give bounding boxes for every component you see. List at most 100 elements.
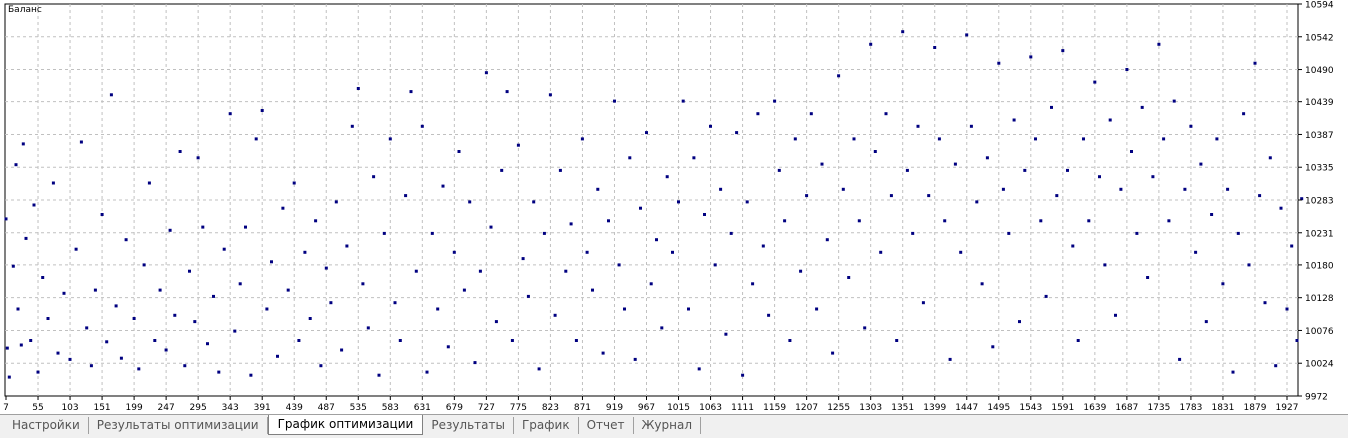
- x-tick-label: 1879: [1244, 403, 1267, 413]
- tab-7[interactable]: Журнал: [634, 417, 702, 434]
- data-point: [286, 288, 290, 292]
- data-point: [1215, 137, 1219, 141]
- x-tick-label: 487: [318, 403, 335, 413]
- data-point: [1087, 219, 1091, 223]
- data-point: [911, 231, 915, 235]
- data-point: [697, 367, 701, 371]
- x-tick-label: 1447: [955, 403, 978, 413]
- data-point: [558, 168, 562, 172]
- data-point: [1140, 105, 1144, 109]
- data-point: [244, 225, 247, 229]
- data-point: [1082, 137, 1085, 141]
- data-point: [147, 181, 151, 185]
- data-point: [74, 247, 78, 251]
- data-point: [119, 356, 123, 360]
- data-point: [173, 313, 177, 317]
- data-point: [761, 244, 765, 248]
- data-point: [831, 351, 835, 355]
- data-point: [713, 263, 717, 267]
- data-point: [985, 156, 989, 160]
- data-point: [645, 131, 648, 135]
- x-tick-label: 1783: [1179, 403, 1202, 413]
- x-tick-label: 1063: [699, 403, 722, 413]
- data-point: [292, 181, 296, 185]
- tab-5[interactable]: График: [514, 417, 579, 434]
- data-point: [628, 156, 632, 160]
- data-point: [183, 364, 187, 368]
- data-point: [1162, 137, 1166, 141]
- tab-4[interactable]: Результаты: [423, 417, 514, 434]
- y-tick-label: 10283: [1305, 197, 1334, 207]
- data-point: [703, 213, 706, 216]
- data-point: [468, 200, 472, 204]
- data-point: [1157, 42, 1161, 46]
- tab-1[interactable]: Настройки: [4, 417, 89, 434]
- data-point: [441, 184, 445, 188]
- data-point: [852, 137, 856, 141]
- tab-3[interactable]: График оптимизации: [267, 415, 424, 435]
- x-tick-label: 583: [382, 403, 399, 413]
- y-tick-label: 10076: [1305, 327, 1334, 337]
- data-point: [1242, 112, 1246, 116]
- data-point: [457, 150, 461, 153]
- data-point: [623, 307, 626, 311]
- data-point: [350, 124, 354, 128]
- data-point: [137, 367, 141, 371]
- x-tick-label: 919: [606, 403, 623, 413]
- x-tick-label: 1207: [795, 403, 818, 413]
- data-point: [109, 93, 113, 97]
- data-point: [847, 276, 851, 279]
- data-point: [1172, 99, 1176, 103]
- tab-6[interactable]: Отчет: [579, 417, 634, 434]
- x-tick-label: 1351: [891, 403, 914, 413]
- data-point: [228, 112, 232, 116]
- data-point: [617, 263, 621, 267]
- data-point: [741, 373, 745, 377]
- data-point: [206, 342, 209, 346]
- data-point: [11, 264, 15, 268]
- data-point: [393, 301, 397, 305]
- data-point: [1146, 276, 1150, 279]
- tab-2[interactable]: Результаты оптимизации: [89, 417, 268, 434]
- y-tick-label: 10335: [1305, 164, 1334, 174]
- y-axis: 9972 10024 10076 10128 10180 10231 10283 10335 1…: [1298, 1, 1334, 403]
- data-point: [366, 326, 370, 330]
- data-point: [404, 194, 408, 198]
- data-point: [564, 269, 568, 273]
- data-point: [168, 228, 172, 232]
- data-point: [751, 282, 755, 286]
- data-point: [820, 162, 824, 166]
- y-tick-label: 10542: [1305, 33, 1334, 43]
- data-point: [29, 339, 33, 342]
- data-point: [356, 87, 360, 90]
- data-point: [1050, 105, 1053, 109]
- x-tick-label: 1399: [923, 403, 946, 413]
- data-point: [1119, 187, 1123, 191]
- data-point: [1285, 307, 1289, 311]
- data-point: [193, 320, 197, 324]
- data-point: [1125, 68, 1129, 71]
- x-tick-label: 55: [32, 403, 43, 413]
- data-point: [799, 269, 803, 273]
- data-point: [1103, 263, 1107, 267]
- data-point: [7, 375, 11, 379]
- data-point: [526, 294, 530, 298]
- data-point: [276, 354, 279, 358]
- data-point: [857, 219, 861, 223]
- data-point: [1295, 339, 1299, 342]
- data-point: [980, 282, 984, 286]
- data-point: [1108, 118, 1112, 122]
- data-point: [1221, 282, 1225, 286]
- data-point: [1039, 219, 1043, 223]
- data-point: [1076, 339, 1080, 342]
- data-point: [178, 150, 182, 153]
- data-point: [420, 124, 424, 128]
- data-point: [329, 301, 333, 305]
- data-point: [745, 200, 749, 204]
- x-tick-label: 1543: [1019, 403, 1042, 413]
- data-point: [677, 200, 680, 204]
- data-point: [1151, 175, 1155, 179]
- data-point: [991, 345, 995, 349]
- data-point: [1253, 61, 1257, 65]
- data-point: [105, 340, 109, 344]
